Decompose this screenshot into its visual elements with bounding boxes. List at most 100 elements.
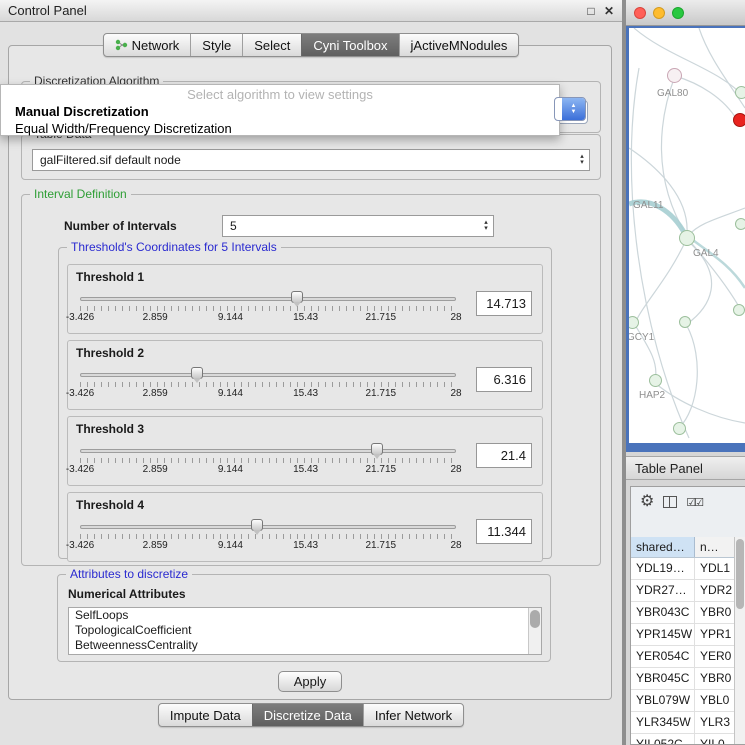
cell[interactable]: YDR27… [631, 580, 695, 601]
threshold-slider[interactable]: -3.426 2.859 9.144 15.43 21.715 28 [80, 517, 456, 557]
threshold-value-field[interactable]: 14.713 [476, 291, 532, 316]
tab-infer-network[interactable]: Infer Network [363, 704, 463, 726]
cell[interactable]: YDL19… [631, 558, 695, 579]
table-scrollbar[interactable] [734, 537, 745, 744]
cell[interactable]: YER0 [695, 646, 734, 667]
cell[interactable]: YBL079W [631, 690, 695, 711]
network-node[interactable] [733, 304, 745, 316]
column-header-shared-name[interactable]: shared… [631, 537, 695, 557]
popup-item-equal-width-frequency[interactable]: Equal Width/Frequency Discretization [1, 120, 559, 137]
slider-track[interactable] [80, 373, 456, 377]
close-button[interactable]: ✕ [600, 4, 618, 18]
minimize-traffic-light[interactable] [653, 7, 665, 19]
cell[interactable]: YPR1 [695, 624, 734, 645]
cell[interactable]: YDL1 [695, 558, 734, 579]
number-of-intervals-value: 5 [223, 219, 479, 233]
attributes-list[interactable]: SelfLoops TopologicalCoefficient Between… [68, 607, 542, 655]
tab-discretize-data[interactable]: Discretize Data [252, 704, 363, 726]
table-row[interactable]: YPR145WYPR1 [631, 624, 734, 646]
cell[interactable]: YBR0 [695, 668, 734, 689]
network-node[interactable] [649, 374, 662, 387]
table-row[interactable]: YLR345WYLR3 [631, 712, 734, 734]
algorithm-combo-button[interactable]: ▲▼ [554, 97, 586, 121]
panel-title: Control Panel [0, 3, 582, 18]
threshold-slider[interactable]: -3.426 2.859 9.144 15.43 21.715 28 [80, 289, 456, 329]
tab-style[interactable]: Style [190, 34, 242, 56]
scale-label: 2.859 [143, 388, 168, 399]
cell[interactable]: YIL052C [631, 734, 695, 744]
slider-track[interactable] [80, 525, 456, 529]
cell[interactable]: YBR0 [695, 602, 734, 623]
scale-label: 21.715 [366, 464, 397, 475]
slider-thumb[interactable] [251, 519, 263, 531]
threshold-label: Threshold 2 [76, 346, 144, 360]
table-data-group: Table Data galFiltered.sif default node … [21, 134, 601, 180]
number-of-intervals-combo[interactable]: 5 ▴▾ [222, 215, 494, 237]
slider-track[interactable] [80, 449, 456, 453]
network-node[interactable] [735, 218, 745, 230]
cell[interactable]: YBL0 [695, 690, 734, 711]
tab-cyni-toolbox[interactable]: Cyni Toolbox [301, 34, 398, 56]
tab-select[interactable]: Select [242, 34, 301, 56]
network-node-red[interactable] [733, 113, 745, 127]
table-row[interactable]: YBR045CYBR0 [631, 668, 734, 690]
table-row[interactable]: YIL052CYIL0 [631, 734, 734, 744]
list-item[interactable]: TopologicalCoefficient [69, 623, 541, 638]
cell[interactable]: YLR3 [695, 712, 734, 733]
column-header-name[interactable]: n… [695, 537, 734, 557]
combo-arrows-icon[interactable]: ▴▾ [479, 220, 493, 232]
network-window: GAL80 GAL11 GAL4 GCY1 HAP2 [626, 0, 745, 452]
cell[interactable]: YBR045C [631, 668, 695, 689]
threshold-slider[interactable]: -3.426 2.859 9.144 15.43 21.715 28 [80, 441, 456, 481]
tab-jactivemnodules[interactable]: jActiveMNodules [399, 34, 519, 56]
cell[interactable]: YDR2 [695, 580, 734, 601]
table-row[interactable]: YBR043CYBR0 [631, 602, 734, 624]
apply-button[interactable]: Apply [278, 671, 342, 692]
zoom-traffic-light[interactable] [672, 7, 684, 19]
tab-network[interactable]: Network [104, 34, 191, 56]
combo-arrows-icon[interactable]: ▴▾ [575, 154, 589, 166]
table-row[interactable]: YBL079WYBL0 [631, 690, 734, 712]
network-node[interactable] [679, 230, 695, 246]
slider-track[interactable] [80, 297, 456, 301]
attributes-scrollbar[interactable] [528, 608, 541, 654]
select-checkbox-icon[interactable]: ☑☑ [686, 496, 702, 509]
close-traffic-light[interactable] [634, 7, 646, 19]
cell[interactable]: YBR043C [631, 602, 695, 623]
scale-label: 28 [450, 388, 461, 399]
table-row[interactable]: YER054CYER0 [631, 646, 734, 668]
network-node[interactable] [679, 316, 691, 328]
scrollbar-thumb[interactable] [530, 610, 540, 628]
node-table[interactable]: shared… n… YDL19…YDL1 YDR27…YDR2 YBR043C… [631, 537, 734, 744]
scrollbar-thumb[interactable] [736, 539, 744, 609]
threshold-value-field[interactable]: 6.316 [476, 367, 532, 392]
network-canvas[interactable]: GAL80 GAL11 GAL4 GCY1 HAP2 [629, 28, 745, 443]
attributes-group: Attributes to discretize Numerical Attri… [57, 574, 551, 662]
tab-label: Cyni Toolbox [313, 38, 387, 53]
slider-thumb[interactable] [371, 443, 383, 455]
float-button[interactable]: □ [582, 4, 600, 18]
cell[interactable]: YER054C [631, 646, 695, 667]
tab-impute-data[interactable]: Impute Data [159, 704, 252, 726]
network-node[interactable] [735, 86, 745, 99]
table-row[interactable]: YDR27…YDR2 [631, 580, 734, 602]
cell[interactable]: YIL0 [695, 734, 734, 744]
network-node[interactable] [673, 422, 686, 435]
columns-icon[interactable] [663, 496, 677, 508]
network-node[interactable] [667, 68, 682, 83]
table-row[interactable]: YDL19…YDL1 [631, 558, 734, 580]
slider-thumb[interactable] [191, 367, 203, 379]
threshold-value-field[interactable]: 11.344 [476, 519, 532, 544]
cell[interactable]: YPR145W [631, 624, 695, 645]
list-item[interactable]: BetweennessCentrality [69, 638, 541, 653]
slider-thumb[interactable] [291, 291, 303, 303]
list-item[interactable]: SelfLoops [69, 608, 541, 623]
scale-label: -3.426 [66, 540, 94, 551]
cell[interactable]: YLR345W [631, 712, 695, 733]
popup-item-manual-discretization[interactable]: Manual Discretization [1, 103, 559, 120]
table-data-combo[interactable]: galFiltered.sif default node ▴▾ [32, 149, 590, 171]
threshold-value-field[interactable]: 21.4 [476, 443, 532, 468]
cyni-toolbox-panel: Discretization Algorithm Table Data galF… [8, 45, 612, 700]
gear-icon[interactable]: ⚙ [640, 494, 654, 510]
threshold-slider[interactable]: -3.426 2.859 9.144 15.43 21.715 28 [80, 365, 456, 405]
